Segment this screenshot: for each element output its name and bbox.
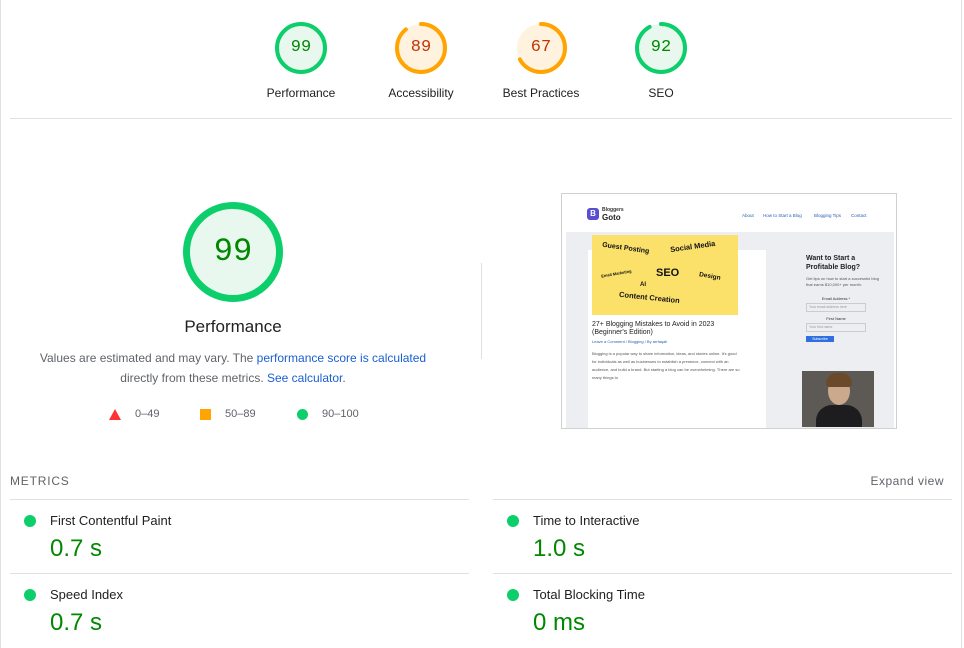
pass-icon xyxy=(507,515,519,527)
score-legend: 0–49 50–89 90–100 xyxy=(30,406,436,422)
square-icon xyxy=(200,408,211,420)
divider xyxy=(10,118,952,119)
metric-name: Time to Interactive xyxy=(533,513,640,528)
author-photo xyxy=(802,371,874,427)
post-meta: Leave a Comment / Blogging / By arrfaqal… xyxy=(592,339,668,344)
legend-pass-label: 90–100 xyxy=(322,408,359,420)
triangle-icon xyxy=(109,408,121,420)
first-name-label: First Name xyxy=(826,316,846,321)
metrics-header: METRICS xyxy=(10,474,70,488)
metric-value: 0.7 s xyxy=(50,609,103,636)
performance-gauge: 99 xyxy=(183,202,283,302)
gauge-label: SEO xyxy=(648,86,674,100)
email-label: Email Address * xyxy=(821,296,851,301)
gauge-score: 99 xyxy=(290,38,312,57)
legend-pass: 90–100 xyxy=(297,406,359,422)
gauge-seo[interactable]: 92 SEO xyxy=(601,22,721,100)
post-banner: Guest Posting Social Media Email Marketi… xyxy=(592,235,738,315)
site-sidebar: Want to Start a Profitable Blog? Get tip… xyxy=(806,254,886,342)
vertical-divider xyxy=(481,263,482,359)
site-nav-item: How to Start a Blog xyxy=(763,213,802,218)
metric-first-contentful-paint: First Contentful Paint 0.7 s xyxy=(10,499,469,573)
gauge-score: 67 xyxy=(530,38,552,57)
banner-word: Email Marketing xyxy=(600,268,632,279)
gauge-performance[interactable]: 99 Performance xyxy=(241,22,361,100)
metric-name: First Contentful Paint xyxy=(50,513,172,528)
pass-icon xyxy=(507,589,519,601)
metric-value: 0.7 s xyxy=(50,535,103,562)
photo-hair xyxy=(826,373,852,387)
gauge-label: Accessibility xyxy=(388,86,454,100)
metric-speed-index: Speed Index 0.7 s xyxy=(10,573,469,647)
circle-icon xyxy=(297,408,308,420)
site-nav-item: Blogging Tips xyxy=(814,213,842,218)
post-title: 27+ Blogging Mistakes to Avoid in 2023 (… xyxy=(592,321,715,336)
first-name-field: Your first name xyxy=(806,323,866,332)
legend-fail: 0–49 xyxy=(109,406,159,422)
banner-word: Guest Posting xyxy=(601,241,650,256)
email-field: Your email address here xyxy=(806,303,866,312)
post-text: Blogging is a popular way to share infor… xyxy=(592,351,740,380)
gauge-ring: 67 xyxy=(515,22,567,74)
metric-total-blocking-time: Total Blocking Time 0 ms xyxy=(493,573,952,647)
banner-word: AI xyxy=(640,282,646,288)
banner-word: Social Media xyxy=(669,238,716,255)
gauge-ring: 92 xyxy=(635,22,687,74)
expand-view-toggle[interactable]: Expand view xyxy=(870,474,944,488)
gauge-accessibility[interactable]: 89 Accessibility xyxy=(361,22,481,100)
gauge-ring: 99 xyxy=(275,22,327,74)
sidebar-text: Get tips on how to start a successful bl… xyxy=(806,276,879,287)
legend-average: 50–89 xyxy=(200,406,256,422)
performance-summary: 99 Performance Values are estimated and … xyxy=(30,202,436,420)
desc-text: Values are estimated and may vary. The xyxy=(39,351,257,365)
site-logo-bottom: Goto xyxy=(602,213,621,222)
legend-fail-label: 0–49 xyxy=(135,408,160,420)
gauge-ring: 89 xyxy=(395,22,447,74)
gauge-score: 92 xyxy=(650,38,672,57)
performance-description: Values are estimated and may vary. The p… xyxy=(30,348,436,388)
desc-text-2: directly from these metrics. xyxy=(120,371,267,385)
banner-word: Content Creation xyxy=(618,289,681,306)
photo-torso xyxy=(816,405,862,427)
final-screenshot[interactable]: B Bloggers Goto About How to Start a Blo… xyxy=(561,193,897,429)
metric-value: 1.0 s xyxy=(533,535,586,562)
metric-value: 0 ms xyxy=(533,609,586,636)
gauge-label: Best Practices xyxy=(502,86,580,100)
sidebar-heading: Want to Start a Profitable Blog? xyxy=(806,255,861,271)
metric-time-to-interactive: Time to Interactive 1.0 s xyxy=(493,499,952,573)
pass-icon xyxy=(24,515,36,527)
metric-name: Speed Index xyxy=(50,587,124,602)
performance-title: Performance xyxy=(184,317,282,336)
performance-score: 99 xyxy=(213,233,253,270)
site-header: B Bloggers Goto About How to Start a Blo… xyxy=(562,194,896,232)
banner-word: SEO xyxy=(656,267,680,279)
legend-average-label: 50–89 xyxy=(225,408,256,420)
gauge-best-practices[interactable]: 67 Best Practices xyxy=(481,22,601,100)
site-nav-item: Contact xyxy=(851,213,867,218)
site-logo-icon: B xyxy=(587,208,599,220)
desc-suffix: . xyxy=(342,371,346,385)
pass-icon xyxy=(24,589,36,601)
score-calculated-link[interactable]: performance score is calculated xyxy=(257,351,426,365)
subscribe-button: Subscribe xyxy=(806,336,834,342)
site-nav-item: About xyxy=(742,213,754,218)
banner-word: Design xyxy=(698,271,722,282)
gauge-label: Performance xyxy=(266,86,336,100)
gauge-score: 89 xyxy=(410,38,432,57)
metric-name: Total Blocking Time xyxy=(533,587,645,602)
category-gauges: 99 Performance 89 Accessibility 67 Best … xyxy=(0,22,962,102)
see-calculator-link[interactable]: See calculator xyxy=(267,371,342,385)
